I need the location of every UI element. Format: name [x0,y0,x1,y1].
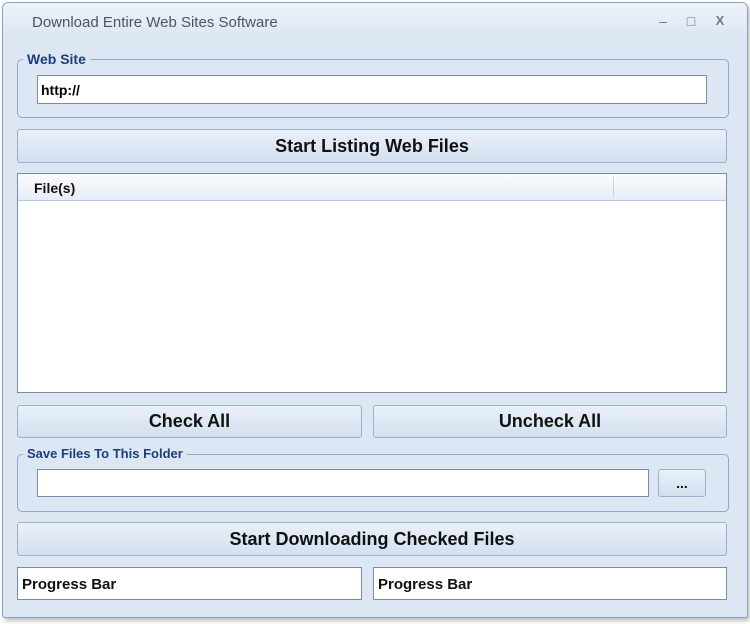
title-bar[interactable]: Download Entire Web Sites Software – □ X [3,3,747,37]
maximize-icon[interactable]: □ [681,11,701,31]
close-icon[interactable]: X [710,11,730,31]
progress-bar-left: Progress Bar [17,567,362,600]
column-header-files[interactable]: File(s) [34,180,75,196]
app-window: Download Entire Web Sites Software – □ X… [2,2,748,618]
progress-bar-right: Progress Bar [373,567,727,600]
save-folder-group-label: Save Files To This Folder [23,446,187,461]
uncheck-all-button[interactable]: Uncheck All [373,405,727,438]
website-group-label: Web Site [23,51,90,67]
file-list[interactable]: File(s) [17,173,727,393]
check-all-button[interactable]: Check All [17,405,362,438]
start-listing-button[interactable]: Start Listing Web Files [17,129,727,163]
column-divider[interactable] [613,177,614,197]
window-title: Download Entire Web Sites Software [32,14,278,31]
file-list-header: File(s) [18,174,726,201]
save-folder-input[interactable] [37,469,649,497]
browse-folder-button[interactable]: ... [658,469,706,497]
minimize-icon[interactable]: – [653,11,673,31]
start-downloading-button[interactable]: Start Downloading Checked Files [17,522,727,556]
website-url-input[interactable] [37,75,707,104]
